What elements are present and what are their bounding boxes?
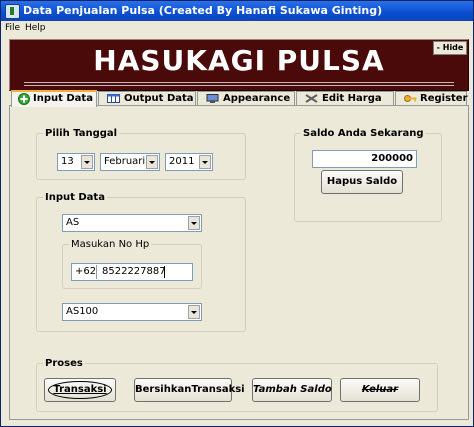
saldo-field[interactable]: 200000 <box>312 150 417 168</box>
tab-strip: Input Data Output Data Appearance Edit H… <box>9 90 468 107</box>
operator-select[interactable]: AS <box>62 214 202 232</box>
plus-circle-icon <box>18 93 30 105</box>
banner-title: HASUKAGI PULSA <box>93 44 385 77</box>
year-select[interactable]: 2011 <box>165 153 213 171</box>
group-label: Pilih Tanggal <box>45 128 118 139</box>
tab-label: Register <box>420 93 468 104</box>
nominal-value: AS100 <box>66 306 99 317</box>
banner-divider <box>24 82 454 83</box>
tab-output-data[interactable]: Output Data <box>98 91 196 105</box>
app-icon <box>5 4 20 19</box>
month-select[interactable]: Februari <box>100 153 160 171</box>
tools-icon <box>305 94 318 103</box>
key-icon <box>404 95 417 102</box>
phone-prefix: +62 <box>75 266 97 277</box>
tab-label: Appearance <box>223 93 291 104</box>
banner-divider <box>24 85 454 86</box>
nohp-field[interactable]: +62 8522227887 <box>71 263 193 281</box>
group-label: Input Data <box>45 192 105 203</box>
phone-number: 8522227887 <box>102 266 166 277</box>
menu-help[interactable]: Help <box>25 21 46 36</box>
menu-bar: File Help <box>1 21 473 36</box>
day-value: 13 <box>61 156 74 167</box>
tab-label: Input Data <box>33 93 93 104</box>
year-value: 2011 <box>169 156 195 167</box>
chevron-down-icon[interactable] <box>199 155 211 169</box>
group-label: Proses <box>45 358 83 369</box>
transaksi-button[interactable]: Transaksi <box>44 378 116 402</box>
chevron-down-icon[interactable] <box>81 155 93 169</box>
monitor-icon <box>206 94 219 103</box>
chevron-down-icon[interactable] <box>188 216 200 230</box>
tab-panel-input-data: Pilih Tanggal 13 Februari 2011 Saldo And… <box>9 105 469 420</box>
tab-appearance[interactable]: Appearance <box>197 91 295 105</box>
day-select[interactable]: 13 <box>57 153 95 171</box>
tab-label: Edit Harga <box>322 93 382 104</box>
prefix-divider <box>96 265 97 279</box>
bersihkan-transaksi-button[interactable]: BersihkanTransaksi <box>134 378 245 402</box>
tab-register[interactable]: Register <box>395 91 468 105</box>
tambah-saldo-button[interactable]: Tambah Saldo <box>252 378 332 402</box>
table-icon <box>107 94 120 103</box>
window-title: Data Penjualan Pulsa (Created By Hanafi … <box>23 4 383 17</box>
month-value: Februari <box>104 156 146 167</box>
banner: HASUKAGI PULSA <box>9 39 469 91</box>
app-window: Data Penjualan Pulsa (Created By Hanafi … <box>0 0 474 427</box>
group-label: Saldo Anda Sekarang <box>303 128 424 139</box>
chevron-down-icon[interactable] <box>146 155 158 169</box>
tab-label: Output Data <box>124 93 194 104</box>
keluar-button[interactable]: Keluar <box>340 378 420 402</box>
group-label: Masukan No Hp <box>71 239 150 250</box>
title-bar[interactable]: Data Penjualan Pulsa (Created By Hanafi … <box>1 1 473 21</box>
nominal-select[interactable]: AS100 <box>62 303 202 321</box>
tab-input-data[interactable]: Input Data <box>11 90 97 107</box>
menu-file[interactable]: File <box>5 21 20 36</box>
hide-button[interactable]: - Hide <box>433 41 467 55</box>
tab-edit-harga[interactable]: Edit Harga <box>296 91 394 105</box>
hapus-saldo-button[interactable]: Hapus Saldo <box>321 170 403 194</box>
chevron-down-icon[interactable] <box>188 305 200 319</box>
focus-ring <box>48 381 112 399</box>
text-cursor <box>164 266 165 278</box>
operator-value: AS <box>66 217 80 228</box>
